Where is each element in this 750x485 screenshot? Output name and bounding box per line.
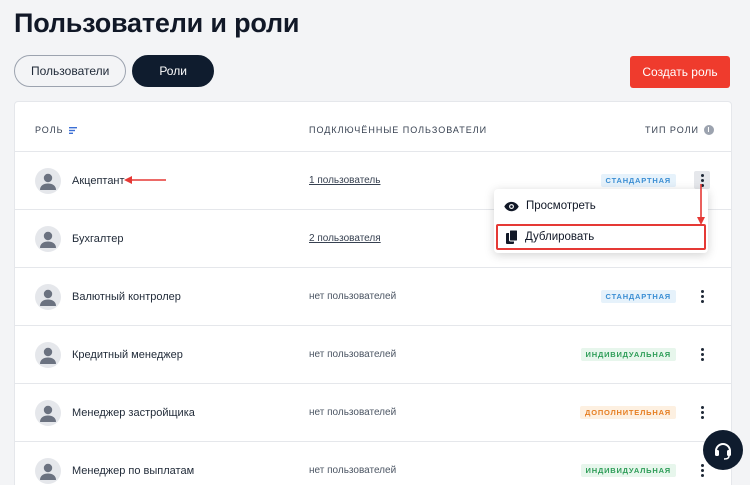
table-row[interactable]: Кредитный менеджер нет пользователей Инд… [15,326,731,384]
user-icon [40,231,56,248]
roles-table: Роль Подключённые пользователи Тип роли … [14,101,732,485]
table-row[interactable]: Валютный контролер нет пользователей Ста… [15,268,731,326]
column-header-role[interactable]: Роль [35,125,77,135]
role-type-badge: Стандартная [600,290,676,303]
user-icon [40,405,56,422]
avatar [35,168,61,194]
role-type-badge: Индивидуальная [580,464,676,477]
more-actions-button[interactable] [694,345,710,363]
more-actions-button[interactable] [694,403,710,421]
sort-icon[interactable] [68,126,77,134]
user-icon [40,463,56,480]
avatar [35,342,61,368]
role-type-badge: Индивидуальная [580,348,676,361]
tab-roles[interactable]: Роли [132,55,214,87]
users-count: нет пользователей [309,465,397,476]
role-tabs: Пользователи Роли [14,55,214,87]
table-row[interactable]: Менеджер по выплатам нет пользователей И… [15,442,731,485]
row-context-menu: Просмотреть Дублировать [494,189,708,253]
menu-item-duplicate[interactable]: Дублировать [496,224,706,250]
role-name: Акцептант [72,175,125,187]
role-type-badge: Стандартная [600,174,676,187]
table-row[interactable]: Менеджер застройщика нет пользователей Д… [15,384,731,442]
avatar [35,400,61,426]
avatar [35,458,61,484]
role-name: Менеджер застройщика [72,407,195,419]
role-type-badge: Дополнительная [580,406,676,419]
users-count: нет пользователей [309,291,397,302]
more-actions-button[interactable] [694,171,710,189]
users-count: нет пользователей [309,349,397,360]
table-header: Роль Подключённые пользователи Тип роли … [15,102,731,152]
info-icon[interactable]: i [704,125,715,135]
role-name: Валютный контролер [72,291,181,303]
column-header-type: Тип роли i [645,125,715,135]
user-icon [40,289,56,306]
role-name: Кредитный менеджер [72,349,183,361]
role-name: Менеджер по выплатам [72,465,195,477]
page-title: Пользователи и роли [14,8,300,38]
avatar [35,284,61,310]
users-link[interactable]: 2 пользователя [309,233,381,244]
avatar [35,226,61,252]
user-icon [40,347,56,364]
support-chat-button[interactable] [703,430,743,470]
users-count: нет пользователей [309,407,397,418]
role-name: Бухгалтер [72,233,124,245]
eye-icon [504,201,519,211]
user-icon [40,173,56,190]
create-role-button[interactable]: Создать роль [630,56,730,88]
column-header-users: Подключённые пользователи [309,125,488,135]
menu-item-view[interactable]: Просмотреть [496,193,706,219]
copy-icon [506,230,518,244]
users-link[interactable]: 1 пользователь [309,175,380,186]
tab-users[interactable]: Пользователи [14,55,127,87]
headset-icon [715,443,731,460]
more-actions-button[interactable] [694,287,710,305]
